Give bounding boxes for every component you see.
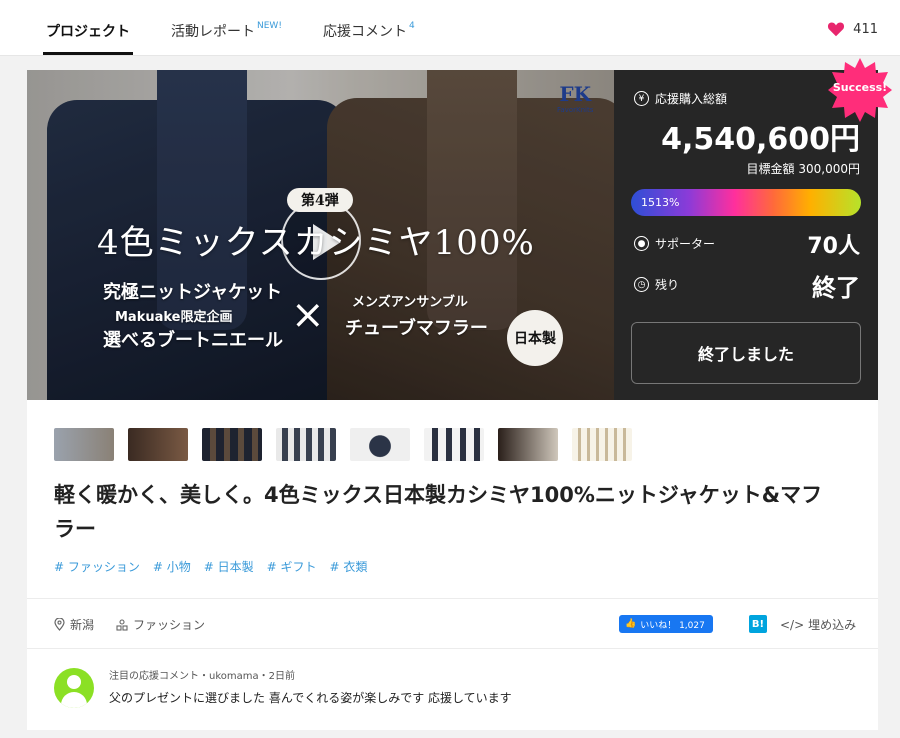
brand-logo-text: FavorKnits — [557, 106, 594, 114]
thumbnail[interactable] — [202, 428, 262, 461]
active-tab-indicator — [43, 52, 133, 55]
thumbnail[interactable] — [276, 428, 336, 461]
tag-link[interactable]: # 日本製 — [204, 558, 254, 575]
success-badge-label: Success! — [832, 81, 888, 94]
progress-bar: 1513% — [631, 189, 861, 216]
thumbnail-strip — [54, 428, 632, 461]
hero-right-line2: チューブマフラー — [345, 318, 488, 339]
tab-bar: プロジェクト 活動レポート NEW! 応援コメント 4 411 — [0, 0, 900, 56]
hero-image[interactable]: FK FavorKnits 第4弾 4色ミックスカシミヤ100% 究極ニットジャケ… — [27, 70, 614, 400]
thumbnail[interactable] — [350, 428, 410, 461]
location-text: 新潟 — [70, 618, 95, 632]
supporters-label-text: サポーター — [655, 237, 716, 251]
code-icon: </> — [780, 617, 805, 632]
avatar[interactable] — [54, 668, 94, 708]
category-icon — [116, 618, 128, 631]
facebook-like-button[interactable]: 👍 いいね！ 1,027 — [619, 615, 713, 633]
tag-list: # ファッション # 小物 # 日本製 # ギフト # 衣類 — [54, 558, 367, 575]
remaining-value: 終了 — [812, 274, 860, 302]
pin-icon — [54, 618, 65, 631]
hero-right-line1: メンズアンサンブル — [352, 295, 468, 310]
made-in-japan-seal: 日本製 — [507, 310, 563, 366]
thumbnail[interactable] — [54, 428, 114, 461]
edition-badge: 第4弾 — [287, 188, 353, 212]
tab-project-label: プロジェクト — [46, 24, 130, 40]
project-title: 軽く暖かく、美しく。4色ミックス日本製カシミヤ100%ニットジャケット&マフラー — [54, 483, 823, 541]
brand-logo-mark: FK — [559, 82, 591, 106]
clock-icon: ◷ — [634, 277, 649, 292]
new-badge: NEW! — [257, 21, 282, 31]
progress-percent: 1513% — [641, 196, 680, 209]
tab-comments[interactable]: 応援コメント 4 — [323, 21, 415, 41]
total-label-text: 応援購入総額 — [655, 92, 728, 106]
funding-panel: Success! ¥ 応援購入総額 4,540,600円 目標金額 300,000… — [614, 58, 892, 400]
divider — [27, 648, 878, 649]
favorite-count: 411 — [853, 21, 878, 37]
tag-link[interactable]: # ファッション — [54, 558, 140, 575]
comment-meta: 注目の応援コメント・ukomama・2日前 — [109, 671, 295, 682]
comments-count: 4 — [409, 21, 415, 31]
success-badge: Success! — [828, 58, 892, 122]
hero-cross-mark: × — [291, 292, 325, 338]
hero-title: 4色ミックスカシミヤ100% — [97, 223, 535, 263]
comment-text: 父のプレゼントに選びました 喜んでくれる姿が楽しみです 応援しています — [109, 691, 512, 705]
divider — [27, 598, 878, 599]
thumbnail[interactable] — [498, 428, 558, 461]
embed-label: 埋め込み — [808, 618, 857, 632]
brand-logo: FK FavorKnits — [557, 82, 593, 114]
hero-left-line3: 選べるブートニエール — [103, 330, 283, 351]
like-count: いいね！ 1,027 — [640, 620, 705, 631]
ended-button[interactable]: 終了しました — [631, 322, 861, 384]
category-text: ファッション — [133, 618, 206, 632]
remaining-label-text: 残り — [655, 278, 680, 292]
tab-report-label: 活動レポート — [171, 24, 255, 40]
hatena-bookmark-icon[interactable]: B! — [749, 615, 767, 633]
favorite-button[interactable]: 411 — [827, 21, 878, 37]
project-meta: 新潟 ファッション — [54, 616, 205, 633]
goal-amount: 目標金額 300,000円 — [746, 162, 860, 176]
supporters-label: ● サポーター — [634, 235, 715, 252]
tab-project[interactable]: プロジェクト — [46, 21, 130, 41]
person-icon: ● — [634, 236, 649, 251]
tag-link[interactable]: # 小物 — [153, 558, 191, 575]
tab-comments-label: 応援コメント — [323, 24, 407, 40]
thumbnail[interactable] — [128, 428, 188, 461]
location-link[interactable]: 新潟 — [54, 616, 94, 633]
project-card: FK FavorKnits 第4弾 4色ミックスカシミヤ100% 究極ニットジャケ… — [27, 58, 892, 730]
tab-activity-report[interactable]: 活動レポート NEW! — [171, 21, 282, 41]
thumbnail[interactable] — [424, 428, 484, 461]
thumbnail[interactable] — [572, 428, 632, 461]
tag-link[interactable]: # ギフト — [267, 558, 317, 575]
remaining-label: ◷ 残り — [634, 276, 679, 293]
thumbs-up-icon: 👍 — [625, 619, 637, 629]
yen-icon: ¥ — [634, 91, 649, 106]
hero-left-line1: 究極ニットジャケット — [103, 282, 283, 303]
hero-left-line2: Makuake限定企画 — [115, 310, 233, 325]
tag-link[interactable]: # 衣類 — [330, 558, 368, 575]
total-amount: 4,540,600円 — [661, 122, 860, 157]
category-link[interactable]: ファッション — [116, 616, 205, 633]
total-label: ¥ 応援購入総額 — [634, 90, 727, 107]
heart-icon — [828, 22, 845, 37]
embed-button[interactable]: </> 埋め込み — [780, 616, 856, 633]
supporters-count: 70人 — [807, 234, 860, 259]
